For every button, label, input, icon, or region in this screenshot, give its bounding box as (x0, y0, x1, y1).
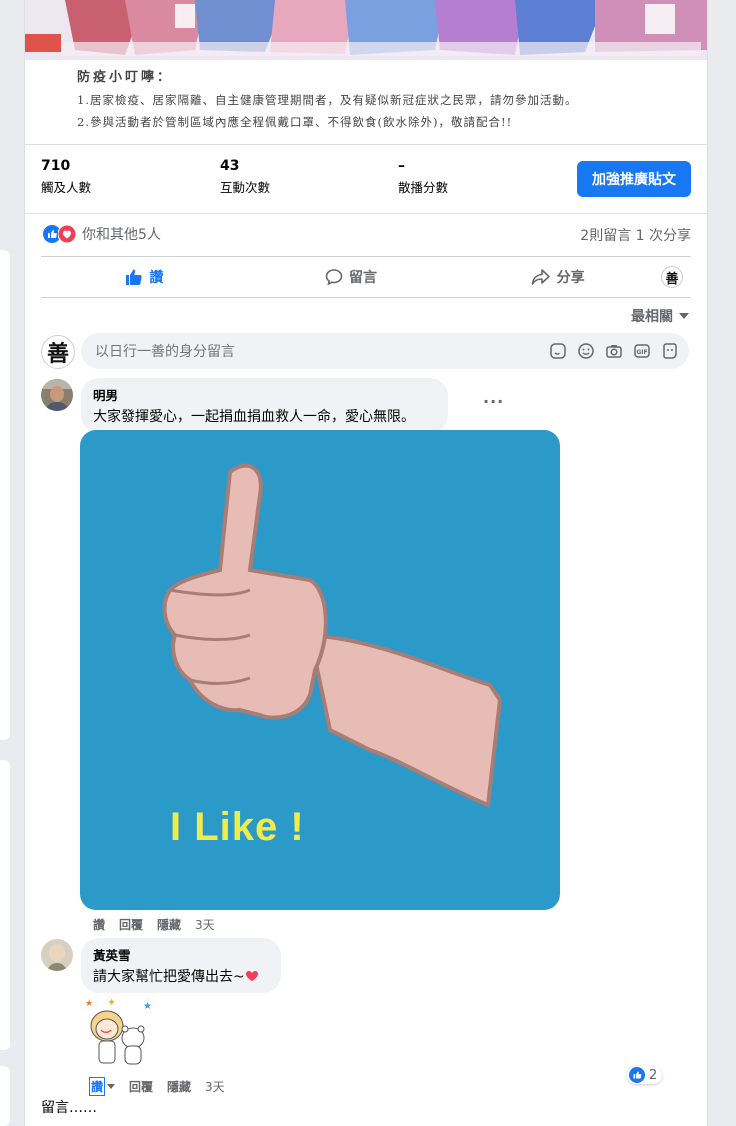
left-panel-edge (0, 760, 10, 1050)
comment-reply-link[interactable]: 回覆 (119, 916, 143, 933)
comment-like-link[interactable]: 讚 (93, 916, 105, 933)
svg-text:✦: ✦ (107, 996, 116, 1009)
share-label: 分享 (556, 270, 585, 286)
insight-reach: 710 觸及人數 (41, 158, 91, 196)
comment-share-counts[interactable]: 2則留言 1 次分享 (580, 225, 691, 245)
comment-hide-link[interactable]: 隱藏 (167, 1078, 191, 1095)
comment-text: 大家發揮愛心，一起捐血捐血救人一命，愛心無限。 (93, 409, 415, 425)
svg-text:★: ★ (85, 999, 93, 1009)
insight-label: 散播分數 (398, 180, 449, 195)
reaction-count: 2 (649, 1067, 658, 1083)
post-action-bar: 讚 留言 分享 善 (41, 256, 691, 298)
left-panel-edge (0, 1066, 10, 1126)
reaction-names: 你和其他5人 (82, 227, 161, 243)
comment-reply-link[interactable]: 回覆 (129, 1078, 153, 1095)
comment-input[interactable] (93, 333, 537, 371)
comment-like-link[interactable]: 讚 (89, 1077, 116, 1096)
comment-more-options-icon[interactable]: ··· (483, 392, 504, 411)
comment-label: 留言 (349, 270, 377, 286)
comment-timestamp[interactable]: 3天 (195, 916, 215, 933)
post-card: 防疫小叮嚀： 1.居家檢疫、居家隔離、自主健康管理期間者，及有疑似新冠症狀之民眾… (24, 0, 708, 1126)
comment-text-content: 請大家幫忙把愛傳出去~ (93, 969, 245, 985)
insight-value: 43 (220, 158, 240, 174)
gif-icon[interactable]: GIF (633, 342, 651, 360)
page-avatar-selector[interactable]: 善 (661, 266, 684, 288)
thumbs-up-hand-illustration (162, 463, 503, 808)
svg-text:GIF: GIF (636, 349, 647, 356)
caret-down-icon (107, 1083, 116, 1089)
camera-icon[interactable] (605, 342, 623, 360)
insight-value: – (398, 158, 405, 174)
comment-timestamp[interactable]: 3天 (205, 1078, 225, 1095)
comment-actions: 讚 回覆 隱藏 3天 (93, 916, 215, 933)
reaction-summary[interactable]: 你和其他5人 (43, 224, 161, 244)
insight-engagement: 43 互動次數 (220, 158, 270, 196)
commenter-name[interactable]: 黃英雪 (93, 945, 269, 964)
caret-down-icon (679, 313, 689, 319)
divider (25, 213, 707, 214)
insight-label: 觸及人數 (41, 180, 92, 195)
comment-sort-dropdown[interactable]: 最相關 (631, 306, 689, 326)
comment-hide-link[interactable]: 隱藏 (157, 916, 181, 933)
comment-input-box: GIF (81, 333, 689, 371)
comment-bubble: 明男 大家發揮愛心，一起捐血捐血救人一命，愛心無限。 (81, 378, 448, 433)
thumbs-up-sticker[interactable]: I Like ! (80, 430, 560, 910)
comment-button[interactable]: 留言 (248, 267, 455, 287)
friend-sticker[interactable]: ★ ✦ ★ (81, 996, 157, 1068)
notice-text: 防疫小叮嚀： 1.居家檢疫、居家隔離、自主健康管理期間者，及有疑似新冠症狀之民眾… (77, 66, 577, 133)
notice-title: 防疫小叮嚀： (77, 70, 174, 85)
comment-like-label: 讚 (89, 1077, 106, 1096)
like-icon (629, 1067, 645, 1083)
avatar-sticker-icon[interactable] (661, 342, 679, 360)
commenter-avatar[interactable] (41, 939, 73, 971)
girl-and-bear-illustration: ★ ✦ ★ (85, 996, 152, 1065)
emoji-icon[interactable] (577, 342, 595, 360)
commenter-name[interactable]: 明男 (93, 385, 436, 404)
comment-icon (325, 269, 343, 286)
commenter-page-avatar: 善 (41, 335, 75, 369)
svg-text:★: ★ (143, 1001, 152, 1012)
comment-text: 請大家幫忙把愛傳出去~ (93, 966, 269, 986)
comment-reaction-count[interactable]: 2 (627, 1066, 663, 1084)
post-banner-image (25, 0, 707, 60)
more-comments-link[interactable]: 留言…… (41, 1097, 97, 1117)
love-icon (58, 225, 76, 243)
insight-value: 710 (41, 158, 71, 174)
share-button[interactable]: 分享 (454, 267, 661, 287)
comment-bubble: 黃英雪 請大家幫忙把愛傳出去~ (81, 938, 281, 993)
divider (25, 144, 707, 145)
heart-emoji-icon (245, 971, 258, 981)
boost-post-button[interactable]: 加強推廣貼文 (577, 161, 691, 197)
share-icon (531, 269, 550, 285)
thumbs-up-icon (126, 269, 142, 285)
sticker-caption: I Like ! (170, 805, 305, 849)
commenter-avatar[interactable] (41, 379, 73, 411)
comment-input-icons: GIF (549, 342, 679, 360)
sort-label: 最相關 (631, 309, 673, 325)
like-label: 讚 (149, 270, 164, 286)
notice-line: 1.居家檢疫、居家隔離、自主健康管理期間者，及有疑似新冠症狀之民眾，請勿參加活動… (77, 93, 578, 107)
sticker-icon[interactable] (549, 342, 567, 360)
banner-artwork (25, 0, 707, 60)
insight-distribution: – 散播分數 (398, 158, 448, 196)
like-button[interactable]: 讚 (41, 267, 248, 287)
notice-line: 2.參與活動者於管制區域內應全程佩戴口罩、不得飲食(飲水除外)，敬請配合!! (77, 115, 513, 129)
comment-actions: 讚 回覆 隱藏 3天 (89, 1077, 225, 1096)
insight-label: 互動次數 (220, 180, 271, 195)
left-panel-edge (0, 250, 10, 740)
